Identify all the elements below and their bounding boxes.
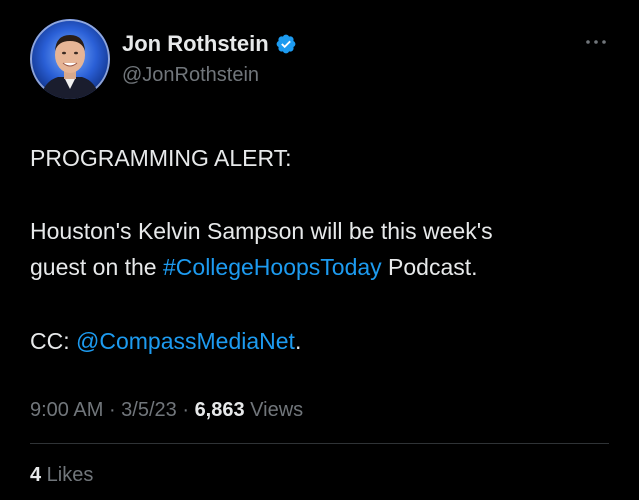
mention-link[interactable]: @CompassMediaNet — [76, 328, 295, 354]
verified-badge-icon — [276, 34, 296, 54]
cc-suffix: . — [294, 328, 302, 354]
cc-prefix: CC: — [30, 328, 76, 354]
tweet-meta: 9:00 AM · 3/5/23 · 6,863 Views — [30, 396, 303, 424]
tweet-line-2-pre: guest on the — [30, 254, 163, 280]
author-handle[interactable]: @JonRothstein — [122, 62, 259, 88]
views-label: Views — [244, 399, 304, 421]
more-horizontal-icon[interactable] — [584, 36, 608, 48]
tweet-line-2: guest on the #CollegeHoopsToday Podcast. — [30, 249, 478, 285]
tweet-line-1: Houston's Kelvin Sampson will be this we… — [30, 218, 493, 244]
tweet-line-alert: PROGRAMMING ALERT: — [30, 145, 292, 171]
tweet-line-cc: CC: @CompassMediaNet. — [30, 323, 301, 359]
likes-count: 4 — [30, 464, 42, 486]
tweet-date[interactable]: 3/5/23 — [121, 399, 177, 421]
author-name-row: Jon Rothstein — [122, 30, 297, 58]
avatar[interactable] — [30, 19, 110, 99]
views-count: 6,863 — [194, 399, 245, 421]
tweet: Jon Rothstein @JonRothstein PROGRAMMING … — [0, 0, 639, 500]
author-display-name[interactable]: Jon Rothstein — [122, 30, 269, 58]
likes-label: Likes — [41, 464, 94, 486]
divider — [30, 443, 609, 444]
tweet-time[interactable]: 9:00 AM — [30, 399, 103, 421]
hashtag-link[interactable]: #CollegeHoopsToday — [163, 254, 382, 280]
tweet-line-2-post: Podcast. — [381, 254, 478, 280]
meta-separator-2: · — [176, 399, 195, 421]
avatar-photo-icon — [30, 19, 110, 99]
likes-row[interactable]: 4 Likes — [30, 461, 93, 489]
meta-separator: · — [103, 399, 122, 421]
